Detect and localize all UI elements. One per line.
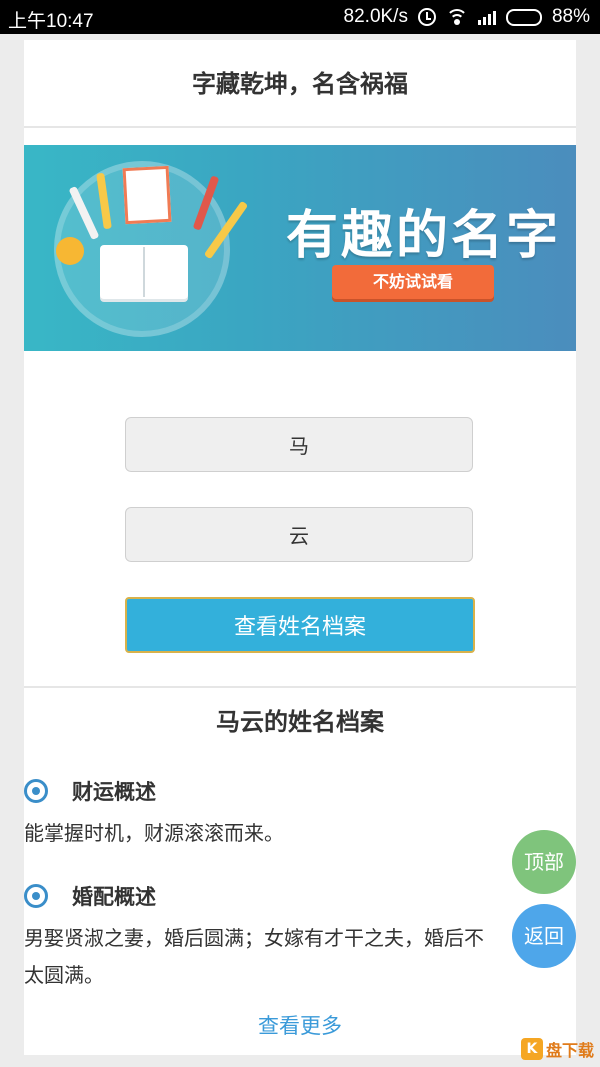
network-speed: 82.0K/s <box>343 6 408 27</box>
section-text-line: 能掌握时机，财源滚滚而来。 <box>24 821 284 845</box>
header-divider <box>24 126 576 128</box>
paper-illustration <box>122 165 172 225</box>
battery-level: 88% <box>551 6 590 27</box>
status-bar: 上午10:47 82.0K/s 88% <box>0 0 600 34</box>
bullet-circle-icon <box>24 779 48 803</box>
battery-icon <box>505 8 542 26</box>
surname-input[interactable] <box>125 417 473 472</box>
back-button[interactable]: 返回 <box>512 904 576 968</box>
section-heading-wealth: 财运概述 <box>24 776 156 806</box>
section-text-wealth: 能掌握时机，财源滚滚而来。 <box>24 815 576 852</box>
section-text-marriage: 男娶贤淑之妻，婚后圆满；女嫁有才干之夫，婚后不 太圆满。 <box>24 920 576 994</box>
result-divider <box>24 686 576 688</box>
page-title: 字藏乾坤，名含祸福 <box>192 70 408 98</box>
alarm-icon <box>417 8 436 26</box>
banner-headline: 有趣的名字 <box>286 206 562 266</box>
view-name-profile-button[interactable]: 查看姓名档案 <box>125 597 475 653</box>
bullet-circle-icon <box>24 884 48 908</box>
scroll-top-button[interactable]: 顶部 <box>512 830 576 894</box>
promo-banner[interactable]: 有趣的名字 不妨试试看 <box>24 145 576 351</box>
content-card: 字藏乾坤，名含祸福 有趣的名字 不妨试试看 查看姓名档案 马云的姓名档案 财运概… <box>24 40 576 1055</box>
watermark-logo-icon: K <box>520 1038 543 1060</box>
banner-try-button[interactable]: 不妨试试看 <box>332 265 494 299</box>
view-more-link[interactable]: 查看更多 <box>24 1010 576 1040</box>
wifi-icon <box>445 9 468 25</box>
signal-icon <box>477 9 496 25</box>
status-time: 上午10:47 <box>8 11 94 32</box>
watermark-text: 盘下载 <box>545 1041 594 1060</box>
section-heading-label: 婚配概述 <box>72 885 156 909</box>
section-text-line: 男娶贤淑之妻，婚后圆满；女嫁有才干之夫，婚后不 <box>24 926 484 950</box>
book-illustration <box>100 245 188 299</box>
section-text-line: 太圆满。 <box>24 963 104 987</box>
result-title: 马云的姓名档案 <box>216 708 384 736</box>
section-heading-marriage: 婚配概述 <box>24 881 156 911</box>
apple-illustration <box>56 237 84 265</box>
section-heading-label: 财运概述 <box>72 780 156 804</box>
status-right: 82.0K/s 88% <box>344 6 590 28</box>
given-name-input[interactable] <box>125 507 473 562</box>
watermark: K 盘下载 <box>520 1037 594 1061</box>
